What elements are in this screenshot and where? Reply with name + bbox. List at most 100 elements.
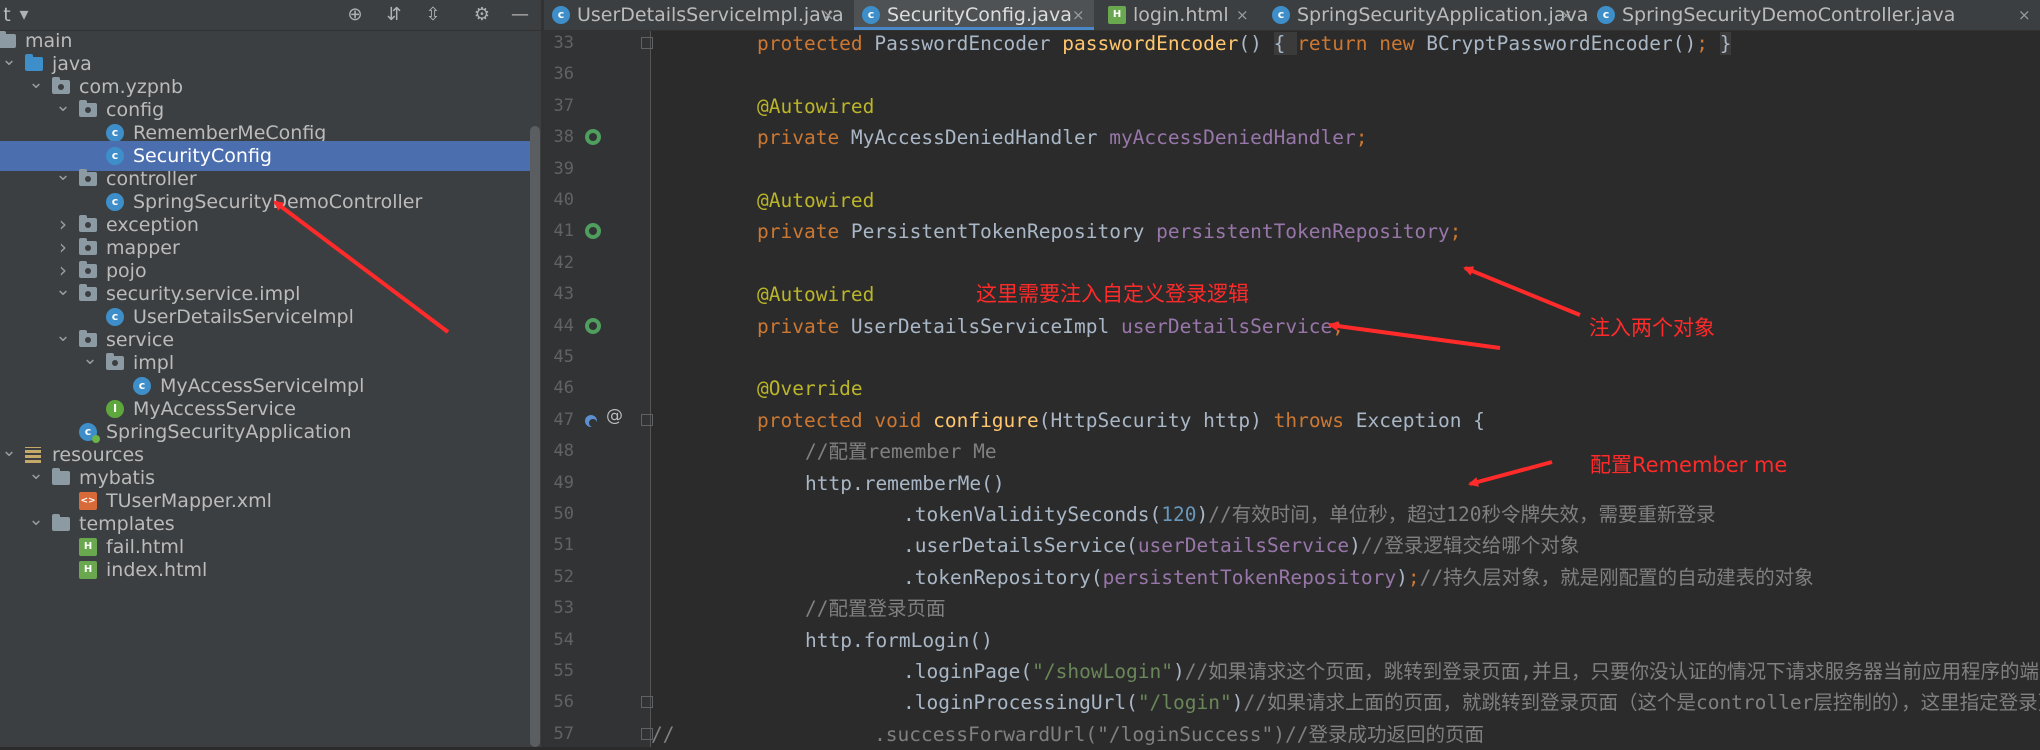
code-token: .tokenRepository(: [903, 565, 1103, 589]
code-line: @Autowired: [757, 279, 874, 310]
code-line: // .successForwardUrl("/loginSuccess")//…: [651, 719, 1484, 747]
code-token: .loginProcessingUrl(: [903, 691, 1138, 715]
code-token: http.formLogin(): [805, 628, 993, 652]
code-token: ;: [1449, 220, 1462, 244]
tab-springsecurityapplication-java[interactable]: c SpringSecurityApplication.java ×: [1264, 0, 1588, 30]
code-line: protected void configure(HttpSecurity ht…: [757, 405, 1485, 436]
code-token: return new: [1297, 32, 1427, 55]
code-token: protected void: [757, 408, 934, 432]
code-token: PasswordEncoder: [874, 32, 1063, 55]
code-line: http.rememberMe(): [805, 468, 1005, 499]
tree-item-index-html[interactable]: Hindex.html: [0, 555, 530, 585]
tab-label: SpringSecurityDemoController.java: [1622, 4, 1956, 26]
code-token: @Autowired: [757, 189, 875, 212]
tab-userdetailsserviceimpl-java[interactable]: c UserDetailsServiceImpl.java ×: [544, 0, 844, 30]
code-line: @Override: [757, 373, 863, 404]
fold-marker-icon[interactable]: [641, 413, 653, 426]
code-token: http.rememberMe(): [805, 471, 1005, 495]
code-token: {: [1273, 32, 1298, 55]
line-number: 57: [553, 723, 574, 744]
code-token: Exception {: [1355, 408, 1485, 432]
package-icon: [79, 284, 97, 301]
line-number: 43: [553, 284, 574, 305]
tab-springsecuritydemocontroller-java[interactable]: c SpringSecurityDemoController.java ×: [1589, 0, 2040, 30]
code-editor[interactable]: protected PasswordEncoder passwordEncode…: [651, 31, 2040, 747]
code-token: BCryptPasswordEncoder(): [1426, 32, 1697, 55]
bean-injection-icon[interactable]: [585, 317, 601, 334]
locate-file-icon[interactable]: ⊕: [343, 3, 367, 27]
line-number: 44: [553, 315, 574, 336]
code-line: private PersistentTokenRepository persis…: [757, 216, 1461, 247]
override-method-icon[interactable]: [585, 414, 597, 427]
code-line: //配置remember Me: [805, 436, 997, 467]
fold-marker-icon[interactable]: [641, 727, 653, 740]
code-token: myAccessDeniedHandler: [1109, 126, 1356, 150]
code-token: ;: [1355, 126, 1368, 150]
code-token: .loginPage(: [903, 660, 1033, 683]
code-line: .loginPage("/showLogin")//如果请求这个页面，跳转到登录…: [903, 656, 2040, 687]
fold-marker-icon[interactable]: [641, 696, 653, 709]
line-number: 42: [553, 252, 574, 273]
resources-folder-icon: [25, 447, 41, 463]
collapse-all-icon[interactable]: ⇳: [421, 3, 445, 27]
code-token: private: [757, 220, 851, 244]
code-line: http.formLogin(): [805, 625, 993, 656]
class-icon: c: [106, 193, 124, 211]
code-token: ): [1349, 534, 1361, 558]
line-number: 54: [553, 629, 574, 650]
class-icon: c: [1597, 6, 1615, 24]
code-token: UserDetailsServiceImpl: [850, 314, 1121, 338]
line-number: 48: [553, 441, 574, 462]
line-number: 39: [553, 158, 574, 179]
line-number: 40: [553, 190, 574, 210]
package-icon: [106, 353, 124, 370]
tab-securityconfig-java[interactable]: c SecurityConfig.java ×: [854, 0, 1094, 30]
tab-login-html[interactable]: Hlogin.html ×: [1100, 0, 1258, 30]
hide-panel-icon[interactable]: —: [508, 3, 532, 27]
code-line: .loginProcessingUrl("/login")//如果请求上面的页面…: [903, 687, 2040, 718]
folder-icon: [52, 468, 70, 485]
interface-icon: I: [106, 400, 124, 418]
tab-label: login.html: [1133, 4, 1229, 26]
fold-marker-icon[interactable]: [641, 37, 653, 49]
code-line: protected PasswordEncoder passwordEncode…: [757, 31, 1732, 59]
code-line: .tokenValiditySeconds(120)//有效时间，单位秒，超过1…: [903, 499, 1715, 530]
code-token: private: [757, 314, 851, 338]
code-token: @Autowired: [757, 94, 875, 118]
expand-all-icon[interactable]: ⇵: [382, 3, 406, 27]
code-line: private MyAccessDeniedHandler myAccessDe…: [757, 122, 1368, 153]
code-line: //配置登录页面: [805, 593, 945, 624]
annotation-gutter-icon[interactable]: @: [606, 406, 623, 426]
code-token: ): [1196, 503, 1209, 526]
line-number: 50: [553, 504, 574, 524]
line-number: 33: [553, 33, 574, 53]
code-token: //配置remember Me: [805, 440, 997, 464]
view-dropdown-icon[interactable]: ▾: [14, 3, 34, 27]
code-token: //如果请求这个页面，跳转到登录页面,并且，只要你没认证的情况下请求服务器当前应…: [1184, 660, 2040, 683]
code-token: .successForwardUrl("/loginSuccess")//登录成…: [674, 722, 1484, 746]
close-icon[interactable]: ×: [822, 0, 835, 30]
line-number: 51: [553, 535, 574, 556]
editor-tabs: c UserDetailsServiceImpl.java × c SecurityCo…: [544, 0, 2040, 31]
code-token: (): [1238, 32, 1274, 55]
code-token: persistentTokenRepository: [1156, 220, 1450, 244]
code-token: 120: [1161, 503, 1197, 526]
html-file-icon: H: [79, 538, 97, 556]
code-token: }: [1719, 32, 1732, 55]
code-token: private: [757, 126, 851, 150]
close-icon[interactable]: ×: [1560, 0, 1573, 30]
gear-icon[interactable]: ⚙: [470, 3, 494, 27]
package-icon: [79, 169, 97, 186]
close-icon[interactable]: ×: [1072, 0, 1085, 30]
line-number: 52: [553, 566, 574, 587]
code-token: ): [1396, 565, 1408, 589]
code-line: @Autowired: [757, 185, 874, 216]
code-line: .userDetailsService(userDetailsService)/…: [903, 530, 1579, 561]
class-icon: c: [106, 124, 124, 142]
project-view-label: t: [3, 4, 11, 26]
annotation-inject-custom-login: 这里需要注入自定义登录逻辑: [976, 282, 1249, 306]
project-tree-scrollbar[interactable]: [530, 126, 540, 747]
close-icon[interactable]: ×: [1236, 0, 1249, 30]
code-token: ): [1231, 691, 1244, 715]
close-icon[interactable]: ×: [2018, 0, 2031, 30]
